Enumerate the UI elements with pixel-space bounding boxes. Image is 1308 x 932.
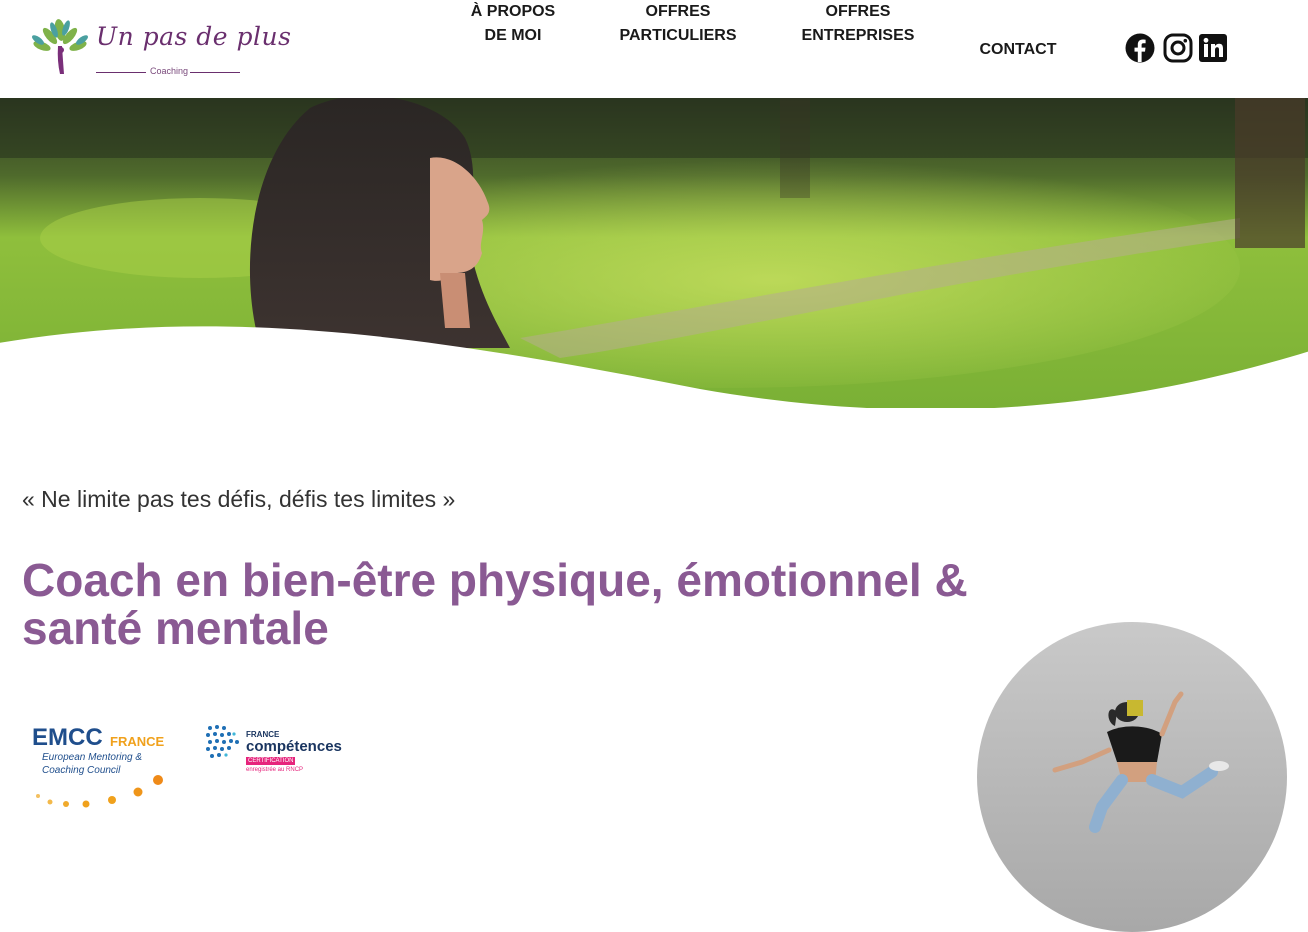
- dancer-image: [977, 622, 1287, 932]
- site-header: Un pas de plus Coaching À PROPOS DE MOI …: [0, 0, 1308, 98]
- brand-name: Un pas de plus: [96, 22, 292, 51]
- brand-logo[interactable]: Un pas de plus Coaching: [30, 16, 291, 82]
- dots-grid-icon: [206, 725, 239, 758]
- divider: [96, 72, 146, 73]
- fc-name: compétences: [246, 738, 342, 755]
- linkedin-icon[interactable]: [1198, 33, 1228, 63]
- nav-about-line1: À PROPOS: [470, 3, 556, 20]
- instagram-icon[interactable]: [1163, 33, 1193, 63]
- emcc-title: EMCC: [32, 724, 103, 751]
- nav-offres-entreprises-line1: OFFRES: [825, 3, 891, 20]
- page-headline: Coach en bien-être physique, émotionnel …: [22, 554, 968, 654]
- hero-wave-divider: [0, 326, 1308, 408]
- nav-offres-entreprises-line2: ENTREPRISES: [801, 27, 915, 44]
- nav-contact[interactable]: CONTACT: [972, 38, 1064, 62]
- emcc-line1: European Mentoring &: [42, 752, 143, 763]
- divider: [190, 72, 240, 73]
- emcc-country: FRANCE: [110, 734, 165, 749]
- quote-text: « Ne limite pas tes défis, défis tes lim…: [22, 486, 456, 512]
- dancer-photo: [977, 622, 1287, 932]
- facebook-icon[interactable]: [1125, 33, 1155, 63]
- nav-offres-particuliers-line1: OFFRES: [645, 3, 711, 20]
- nav-offres-particuliers[interactable]: OFFRES PARTICULIERS: [612, 0, 744, 48]
- fc-note: enregistrée au RNCP: [246, 767, 304, 773]
- nav-contact-label: CONTACT: [979, 41, 1057, 58]
- emcc-logo: EMCC FRANCE European Mentoring & Coachin…: [28, 722, 178, 816]
- nav-offres-entreprises[interactable]: OFFRES ENTREPRISES: [796, 0, 920, 48]
- france-competences-logo: FRANCE compétences CERTIFICATION enregis…: [204, 720, 354, 784]
- tree-icon: [32, 19, 88, 74]
- brand-tagline: Coaching: [150, 66, 189, 76]
- nav-about-line2: DE MOI: [484, 27, 542, 44]
- nav-offres-particuliers-line2: PARTICULIERS: [619, 27, 737, 44]
- emcc-dots-decoration: [36, 775, 163, 808]
- hero-banner: [0, 98, 1308, 408]
- nav-about[interactable]: À PROPOS DE MOI: [468, 0, 558, 48]
- fc-badge: CERTIFICATION: [246, 757, 296, 765]
